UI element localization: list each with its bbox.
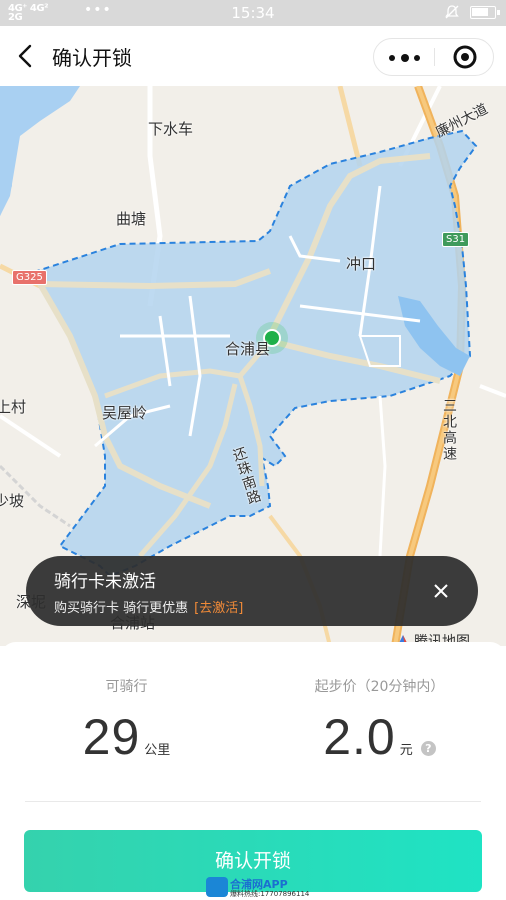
banner-subtitle: 购买骑行卡 骑行更优惠 [去激活]	[54, 597, 243, 616]
battery-icon	[470, 6, 500, 19]
dot-icon	[414, 55, 420, 61]
banner-subtitle-text: 购买骑行卡 骑行更优惠	[54, 601, 189, 616]
activate-link[interactable]: [去激活]	[194, 601, 243, 616]
map-label-qutang: 曲塘	[116, 210, 147, 228]
map-label-wuwuling: 吴屋岭	[102, 404, 148, 422]
riding-card-banner[interactable]: 骑行卡未激活 购买骑行卡 骑行更优惠 [去激活]	[26, 556, 478, 626]
page-title: 确认开锁	[52, 46, 132, 70]
range-value: 29	[82, 709, 141, 765]
close-mini-program-icon[interactable]	[435, 39, 495, 75]
price-unit: 元	[399, 743, 413, 758]
bell-muted-icon	[445, 5, 459, 19]
map-label-po: 少坡	[0, 492, 25, 510]
range-stat: 可骑行 29 公里	[0, 642, 253, 766]
watermark-logo	[206, 877, 228, 897]
price-stat: 起步价（20分钟内） 2.0 元?	[253, 642, 506, 766]
road-badge-g325: G325	[12, 270, 47, 285]
map-label-sanbei-highway: 三北高速	[441, 398, 457, 462]
back-arrow-icon[interactable]	[12, 40, 40, 72]
status-time: 15:34	[231, 4, 275, 22]
watermark-hotline: 爆料热线:17707896114	[230, 890, 310, 898]
range-value-row: 29 公里	[0, 708, 253, 766]
map-label-chongkou: 冲口	[346, 255, 377, 273]
watermark: 合浦网APP 爆料热线:17707896114	[206, 876, 310, 898]
map-label-hepu: 合浦县	[225, 340, 271, 358]
more-menu-button[interactable]	[374, 39, 434, 75]
divider	[25, 801, 481, 802]
unlock-info-sheet: 可骑行 29 公里 起步价（20分钟内） 2.0 元? 确认开锁	[0, 642, 506, 900]
status-bar: 4G⁺ 4G² 2G ••• 15:34	[0, 0, 506, 26]
dot-icon	[389, 55, 395, 61]
price-value-row: 2.0 元?	[253, 708, 506, 766]
price-value: 2.0	[323, 709, 396, 765]
help-icon[interactable]: ?	[420, 741, 436, 756]
road-badge-s31: S31	[442, 232, 470, 247]
price-label: 起步价（20分钟内）	[314, 679, 445, 695]
range-label: 可骑行	[105, 679, 148, 695]
map-label-shangcun: 上村	[0, 398, 27, 416]
nav-bar: 确认开锁	[0, 26, 506, 86]
mini-program-capsule	[373, 38, 494, 76]
map-label-xiashuiche: 下水车	[148, 120, 194, 138]
banner-title: 骑行卡未激活	[54, 572, 156, 592]
dot-icon	[401, 54, 409, 62]
range-unit: 公里	[144, 743, 171, 758]
close-icon[interactable]	[430, 580, 452, 602]
